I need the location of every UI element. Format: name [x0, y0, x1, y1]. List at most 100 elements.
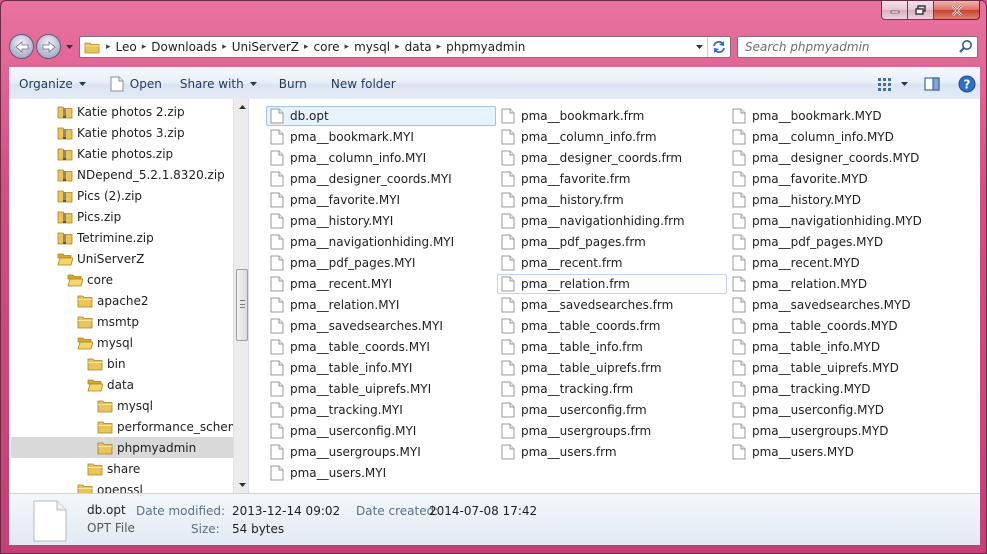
file-item[interactable]: pma__userconfig.frm	[497, 400, 727, 420]
file-item[interactable]: pma__designer_coords.MYD	[728, 148, 958, 168]
file-item[interactable]: pma__table_coords.MYD	[728, 316, 958, 336]
breadcrumb-data[interactable]: data	[402, 40, 435, 54]
file-item[interactable]: pma__table_info.MYD	[728, 337, 958, 357]
tree-item[interactable]: Pics.zip	[57, 206, 234, 227]
file-item[interactable]: pma__table_coords.MYI	[266, 337, 496, 357]
breadcrumb-uniserverz[interactable]: UniServerZ	[229, 40, 302, 54]
organize-button[interactable]: Organize	[9, 72, 95, 96]
file-item[interactable]: pma__table_uiprefs.MYI	[266, 379, 496, 399]
help-button[interactable]: ?	[958, 75, 976, 93]
close-button[interactable]	[934, 1, 980, 20]
file-item[interactable]: pma__recent.MYI	[266, 274, 496, 294]
tree-item[interactable]: bin	[87, 353, 234, 374]
tree-item[interactable]: share	[87, 458, 234, 479]
tree-item[interactable]: openssl	[77, 479, 234, 493]
file-item[interactable]: pma__bookmark.MYD	[728, 106, 958, 126]
file-item[interactable]: pma__history.MYI	[266, 211, 496, 231]
file-item[interactable]: pma__navigationhiding.MYI	[266, 232, 496, 252]
breadcrumb-separator[interactable]: ▸	[343, 42, 352, 52]
refresh-button[interactable]	[708, 37, 730, 57]
file-item[interactable]: pma__tracking.MYD	[728, 379, 958, 399]
file-item[interactable]: pma__savedsearches.frm	[497, 295, 727, 315]
breadcrumb-phpmyadmin[interactable]: phpmyadmin	[443, 40, 528, 54]
file-item[interactable]: pma__tracking.MYI	[266, 400, 496, 420]
breadcrumb-downloads[interactable]: Downloads	[148, 40, 220, 54]
file-item[interactable]: pma__relation.MYD	[728, 274, 958, 294]
tree-item[interactable]: msmtp	[77, 311, 234, 332]
file-item[interactable]: pma__relation.frm	[497, 274, 727, 294]
address-history-button[interactable]	[692, 37, 708, 57]
burn-button[interactable]: Burn	[270, 72, 316, 96]
tree-item[interactable]: apache2	[77, 290, 234, 311]
breadcrumb-separator[interactable]: ▸	[302, 42, 311, 52]
file-item[interactable]: pma__table_coords.frm	[497, 316, 727, 336]
breadcrumb-core[interactable]: core	[311, 40, 343, 54]
file-item[interactable]: db.opt	[266, 106, 496, 126]
file-item[interactable]: pma__navigationhiding.frm	[497, 211, 727, 231]
breadcrumb-separator[interactable]: ▸	[393, 42, 402, 52]
tree-item[interactable]: Pics (2).zip	[57, 185, 234, 206]
file-item[interactable]: pma__relation.MYI	[266, 295, 496, 315]
file-item[interactable]: pma__designer_coords.frm	[497, 148, 727, 168]
tree-item[interactable]: Katie photos 2.zip	[57, 101, 234, 122]
file-item[interactable]: pma__navigationhiding.MYD	[728, 211, 958, 231]
back-button[interactable]	[9, 34, 34, 59]
share-with-button[interactable]: Share with	[171, 72, 266, 96]
maximize-button[interactable]	[908, 1, 934, 20]
file-item[interactable]: pma__pdf_pages.frm	[497, 232, 727, 252]
file-item[interactable]: pma__history.MYD	[728, 190, 958, 210]
new-folder-button[interactable]: New folder	[322, 72, 405, 96]
tree-item[interactable]: UniServerZ	[57, 248, 234, 269]
address-bar[interactable]: ▸ Leo ▸ Downloads ▸ UniServerZ ▸ core ▸ …	[79, 36, 731, 58]
scroll-up-button[interactable]	[234, 99, 248, 115]
tree-item[interactable]: performance_schema	[97, 416, 234, 437]
preview-pane-button[interactable]	[924, 76, 940, 91]
tree-item[interactable]: data	[87, 374, 234, 395]
recent-pages-button[interactable]	[63, 41, 75, 53]
file-item[interactable]: pma__history.frm	[497, 190, 727, 210]
file-item[interactable]: pma__tracking.frm	[497, 379, 727, 399]
file-item[interactable]: pma__table_uiprefs.frm	[497, 358, 727, 378]
file-item[interactable]: pma__userconfig.MYI	[266, 421, 496, 441]
scroll-thumb[interactable]	[236, 269, 248, 341]
file-item[interactable]: pma__favorite.MYI	[266, 190, 496, 210]
file-item[interactable]: pma__table_info.frm	[497, 337, 727, 357]
file-item[interactable]: pma__column_info.MYD	[728, 127, 958, 147]
file-item[interactable]: pma__table_info.MYI	[266, 358, 496, 378]
breadcrumb-separator[interactable]: ▸	[220, 42, 229, 52]
minimize-button[interactable]	[881, 1, 908, 20]
breadcrumb-separator[interactable]: ▸	[140, 42, 149, 52]
search-icon[interactable]	[959, 39, 973, 56]
tree-item[interactable]: core	[67, 269, 234, 290]
file-item[interactable]: pma__usergroups.frm	[497, 421, 727, 441]
breadcrumb-leo[interactable]: Leo	[113, 40, 140, 54]
file-item[interactable]: pma__savedsearches.MYI	[266, 316, 496, 336]
file-item[interactable]: pma__table_uiprefs.MYD	[728, 358, 958, 378]
navigation-scrollbar[interactable]	[233, 99, 248, 493]
tree-item[interactable]: NDepend_5.2.1.8320.zip	[57, 164, 234, 185]
tree-item[interactable]: mysql	[97, 395, 234, 416]
file-item[interactable]: pma__bookmark.frm	[497, 106, 727, 126]
file-item[interactable]: pma__recent.MYD	[728, 253, 958, 273]
file-item[interactable]: pma__pdf_pages.MYI	[266, 253, 496, 273]
tree-item[interactable]: Katie photos.zip	[57, 143, 234, 164]
tree-item[interactable]: Tetrimine.zip	[57, 227, 234, 248]
forward-button[interactable]	[36, 34, 61, 59]
tree-item[interactable]: phpmyadmin	[11, 437, 234, 458]
breadcrumb-separator[interactable]: ▸	[104, 42, 113, 52]
file-item[interactable]: pma__usergroups.MYI	[266, 442, 496, 462]
file-item[interactable]: pma__designer_coords.MYI	[266, 169, 496, 189]
file-item[interactable]: pma__favorite.frm	[497, 169, 727, 189]
file-item[interactable]: pma__favorite.MYD	[728, 169, 958, 189]
tree-item[interactable]: mysql	[77, 332, 234, 353]
file-item[interactable]: pma__bookmark.MYI	[266, 127, 496, 147]
scroll-down-button[interactable]	[234, 477, 248, 493]
breadcrumb-mysql[interactable]: mysql	[351, 40, 393, 54]
file-item[interactable]: pma__pdf_pages.MYD	[728, 232, 958, 252]
tree-item[interactable]: Katie photos 3.zip	[57, 122, 234, 143]
file-item[interactable]: pma__recent.frm	[497, 253, 727, 273]
file-item[interactable]: pma__userconfig.MYD	[728, 400, 958, 420]
breadcrumb-separator[interactable]: ▸	[435, 42, 444, 52]
file-item[interactable]: pma__column_info.MYI	[266, 148, 496, 168]
file-item[interactable]: pma__usergroups.MYD	[728, 421, 958, 441]
